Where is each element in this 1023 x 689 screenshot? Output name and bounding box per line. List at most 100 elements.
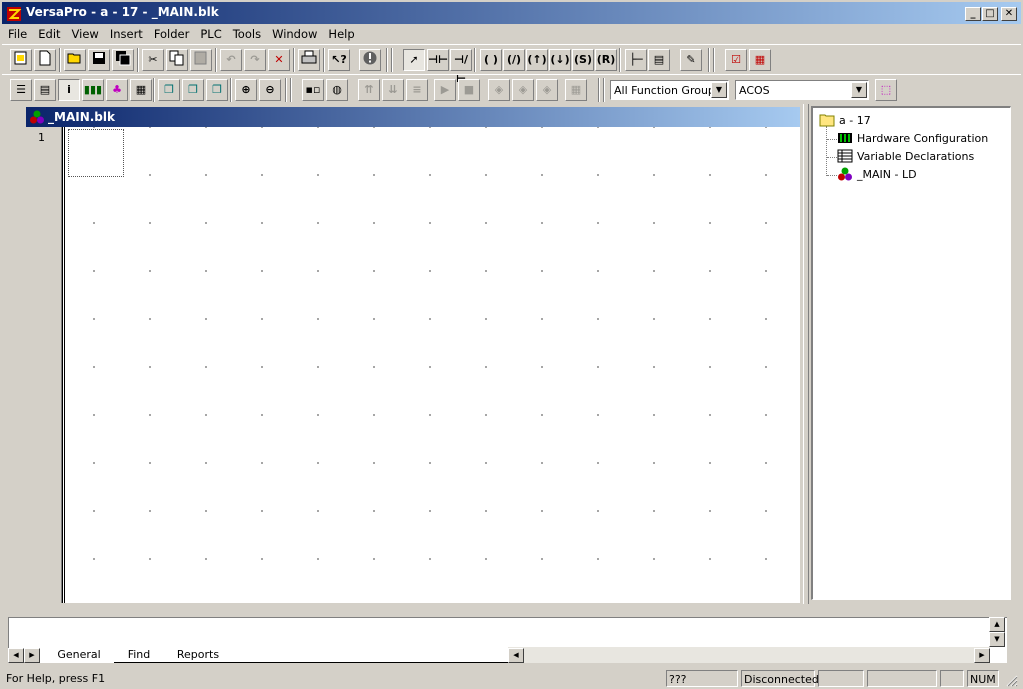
menu-insert[interactable]: Insert [104, 24, 148, 44]
no-contact-icon[interactable]: ⊣⊢ [427, 49, 449, 71]
horizontal-wire-icon[interactable]: ├─ [625, 49, 647, 71]
minimize-button[interactable]: _ [965, 7, 981, 21]
arrange-windows-icon[interactable]: ❐ [206, 79, 228, 101]
close-button[interactable]: ✕ [1001, 7, 1017, 21]
chevron-down-icon[interactable]: ▼ [851, 82, 867, 98]
menu-window[interactable]: Window [266, 24, 322, 44]
connect-plc-icon[interactable]: ▪▫ [302, 79, 324, 101]
status-help-text: For Help, press F1 [6, 672, 106, 685]
function-groups-dropdown[interactable]: All Function Groups ▼ [610, 80, 729, 100]
copy-icon[interactable] [166, 49, 188, 71]
tab-find[interactable]: Find [114, 647, 164, 663]
menu-help[interactable]: Help [322, 24, 359, 44]
delete-icon[interactable]: ✕ [268, 49, 290, 71]
cut-icon[interactable]: ✂ [142, 49, 164, 71]
tree-connector [826, 126, 827, 176]
scroll-left-icon[interactable]: ◀ [508, 648, 524, 663]
toggle-icon[interactable]: ◈ [512, 79, 534, 101]
new-file-icon[interactable] [34, 49, 56, 71]
menu-edit[interactable]: Edit [32, 24, 65, 44]
tree-view-icon[interactable]: ☰ [10, 79, 32, 101]
menu-folder[interactable]: Folder [148, 24, 195, 44]
pane-splitter[interactable] [803, 104, 809, 604]
project-tree[interactable]: a - 17 Hardware Configuration Variable D… [811, 106, 1011, 600]
context-help-icon[interactable]: ↖? [328, 49, 350, 71]
menu-plc[interactable]: PLC [194, 24, 226, 44]
save-all-icon[interactable] [112, 49, 134, 71]
versapro-app-icon[interactable] [6, 6, 22, 22]
stop-icon[interactable] [359, 49, 381, 71]
coil-icon[interactable]: ( ) [480, 49, 502, 71]
download-icon[interactable]: ⇊ [382, 79, 404, 101]
resize-grip-icon[interactable] [1004, 673, 1018, 687]
tab-reports[interactable]: Reports [164, 647, 232, 663]
report-icon[interactable]: ▦ [749, 49, 771, 71]
scroll-right-icon[interactable]: ▶ [974, 648, 990, 663]
plc-status-icon[interactable]: ◍ [326, 79, 348, 101]
tile-windows-icon[interactable]: ❐ [182, 79, 204, 101]
menu-tools[interactable]: Tools [227, 24, 266, 44]
run-icon[interactable]: ▶ [434, 79, 456, 101]
reference-view-icon[interactable]: ▦ [130, 79, 152, 101]
status-bar: For Help, press F1 ??? Disconnected NUM [0, 668, 1023, 689]
function-name-dropdown[interactable]: ACOS ▼ [735, 80, 869, 100]
chevron-down-icon[interactable]: ▼ [711, 82, 727, 98]
paste-icon[interactable] [190, 49, 212, 71]
check-icon[interactable]: ☑ [725, 49, 747, 71]
negated-coil-icon[interactable]: (/) [503, 49, 525, 71]
menu-bar: File Edit View Insert Folder PLC Tools Window He… [2, 24, 1021, 44]
scroll-down-icon[interactable]: ▼ [989, 632, 1005, 647]
tab-scroll-left-icon[interactable]: ◀ [8, 648, 24, 663]
variable-table-icon[interactable]: ▤ [34, 79, 56, 101]
menu-file[interactable]: File [2, 24, 32, 44]
select-pointer-icon[interactable]: ➚ [403, 49, 425, 71]
reset-coil-icon[interactable]: (R) [595, 49, 617, 71]
rung-number-gutter: 1 [26, 127, 62, 603]
monitor-icon[interactable]: ◈ [488, 79, 510, 101]
toolbar-separator [619, 48, 621, 72]
print-icon[interactable] [298, 49, 320, 71]
ladder-canvas[interactable]: 1 [26, 127, 800, 603]
upload-icon[interactable]: ⇈ [358, 79, 380, 101]
output-tabs: ◀ ▶ General Find Reports [8, 647, 508, 663]
insert-function-icon[interactable]: ⬚ [875, 79, 897, 101]
cell-cursor[interactable] [68, 129, 124, 177]
tab-baseline [232, 662, 508, 663]
save-icon[interactable] [88, 49, 110, 71]
zoom-out-icon[interactable]: ⊖ [259, 79, 281, 101]
override-icon[interactable]: ◈ [536, 79, 558, 101]
ladder-block-icon[interactable]: ♣ [106, 79, 128, 101]
toolbar-separator [137, 48, 139, 72]
verify-icon[interactable]: ≡ [406, 79, 428, 101]
negative-coil-icon[interactable]: (↓) [549, 49, 571, 71]
secondary-toolbar: ☰ ▤ i ▮▮▮ ♣ ▦ ❐ ❐ ❐ ⊕ ⊖ ▪▫ ◍ ⇈ ⇊ ≡ ▶ ■ ◈… [2, 74, 1021, 104]
stop-plc-icon[interactable]: ■ [458, 79, 480, 101]
info-view-icon[interactable]: i [58, 79, 80, 101]
redo-icon[interactable]: ↷ [244, 49, 266, 71]
editor-title: _MAIN.blk [48, 110, 115, 124]
properties-icon[interactable]: ✎ [680, 49, 702, 71]
rung-number: 1 [38, 131, 45, 144]
output-vertical-scrollbar[interactable]: ▲ ▼ [989, 617, 1005, 647]
maximize-button[interactable]: □ [982, 7, 998, 21]
set-coil-icon[interactable]: (S) [572, 49, 594, 71]
output-horizontal-scrollbar[interactable]: ◀ ▶ [508, 647, 990, 663]
tab-scroll-right-icon[interactable]: ▶ [24, 648, 40, 663]
hardware-config-icon[interactable]: ▮▮▮ [82, 79, 104, 101]
window-title: VersaPro - a - 17 - _MAIN.blk [26, 5, 219, 19]
positive-coil-icon[interactable]: (↑) [526, 49, 548, 71]
new-folder-icon[interactable] [10, 49, 32, 71]
tab-general[interactable]: General [44, 647, 114, 663]
scroll-up-icon[interactable]: ▲ [989, 617, 1005, 632]
reference-table-icon[interactable]: ▦ [565, 79, 587, 101]
open-icon[interactable] [64, 49, 86, 71]
ladder-editor-window: _MAIN.blk 1 [24, 105, 800, 605]
hardware-config-icon [838, 133, 852, 143]
zoom-in-icon[interactable]: ⊕ [235, 79, 257, 101]
menu-view[interactable]: View [66, 24, 104, 44]
nc-contact-icon[interactable]: ⊣/⊢ [450, 49, 472, 85]
function-block-icon[interactable]: ▤ [648, 49, 670, 71]
undo-icon[interactable]: ↶ [220, 49, 242, 71]
function-name-value: ACOS [739, 84, 770, 97]
cascade-windows-icon[interactable]: ❐ [158, 79, 180, 101]
